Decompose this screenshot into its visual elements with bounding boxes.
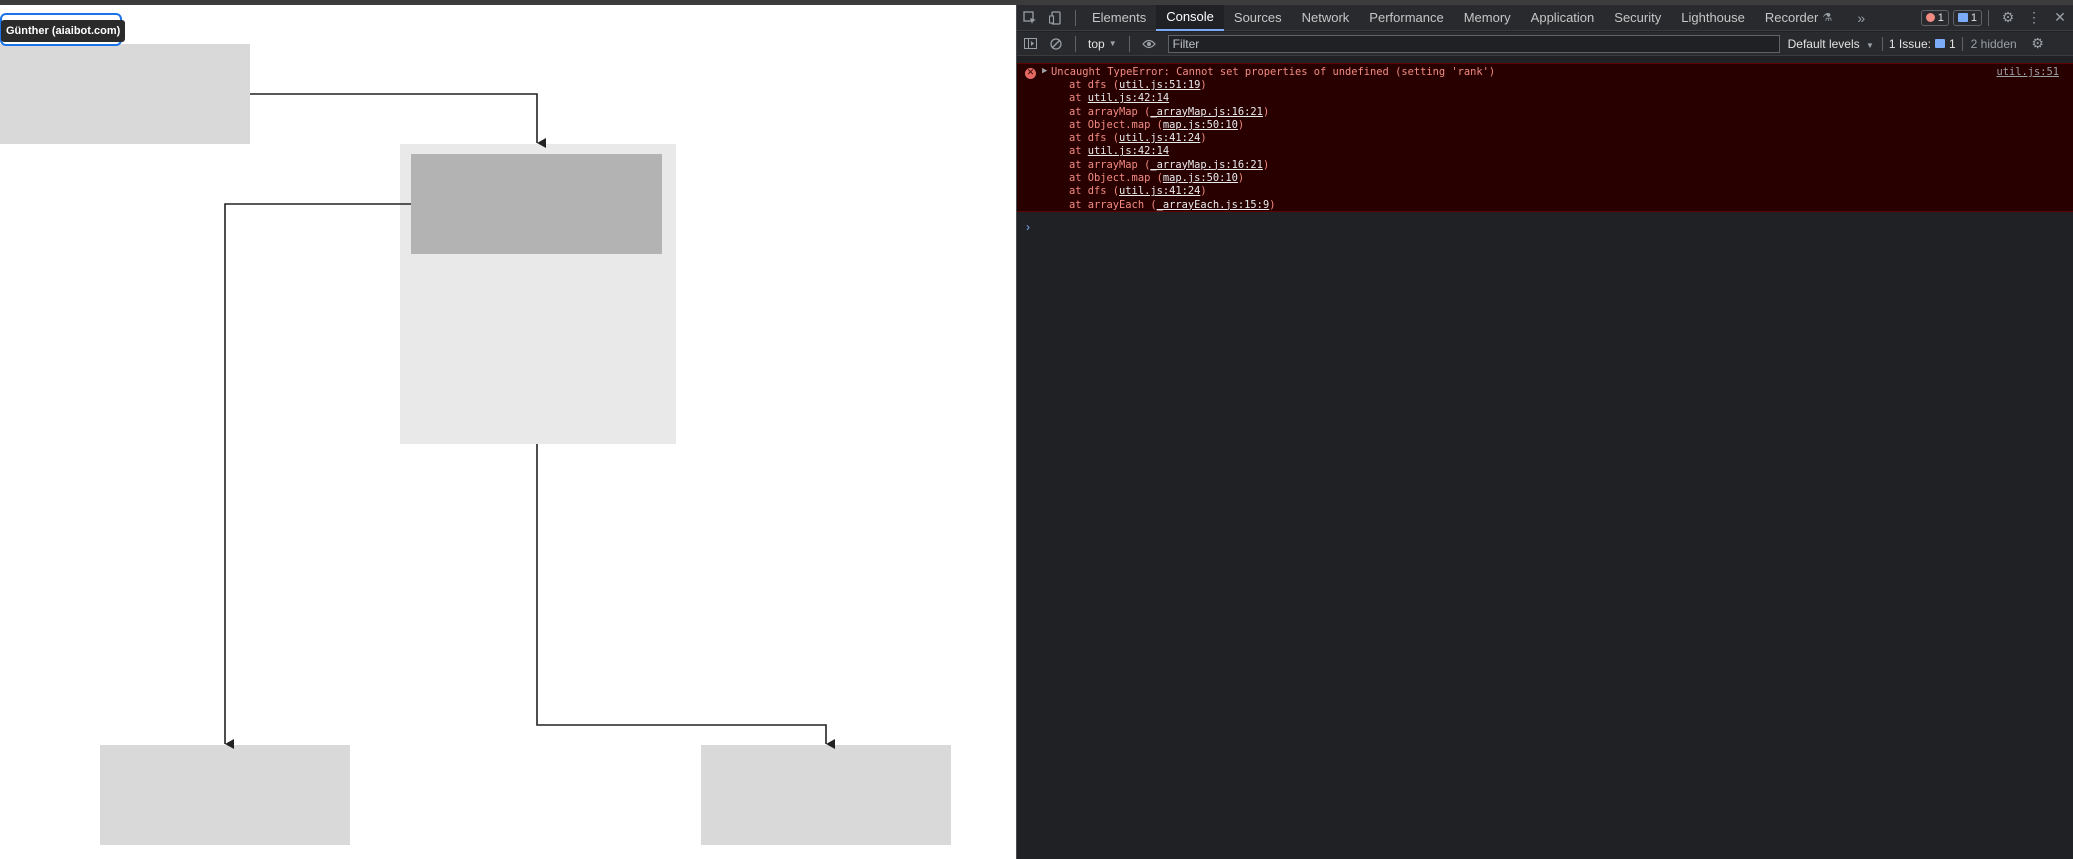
context-label: top	[1088, 36, 1105, 51]
kebab-menu-icon[interactable]: ⋮	[2021, 5, 2047, 31]
stack-frame-link[interactable]: _arrayMap.js:16:21	[1150, 106, 1263, 118]
stack-frame-link[interactable]: map.js:50:10	[1163, 172, 1238, 184]
issues-counter[interactable]: 1 Issue: 1	[1881, 36, 1963, 51]
hover-tooltip: Günther (aiaibot.com)	[1, 20, 126, 42]
caret-down-icon: ▼	[1108, 39, 1117, 48]
error-count: 1	[1937, 11, 1944, 24]
message-count-badge[interactable]: 1	[1952, 9, 1982, 26]
graph-node-bottom-right[interactable]	[701, 745, 951, 845]
chevron-double-right-icon[interactable]: »	[1848, 5, 1874, 31]
stack-frame: at dfs (util.js:41:24)	[1069, 132, 1207, 145]
gear-icon[interactable]: ⚙	[1995, 5, 2021, 31]
inspect-element-icon[interactable]	[1017, 5, 1043, 31]
tab-performance[interactable]: Performance	[1359, 5, 1453, 31]
graph-node-top-left[interactable]	[0, 44, 250, 144]
toolbar-divider	[1128, 35, 1130, 52]
sidebar-toggle-icon[interactable]	[1017, 31, 1043, 57]
toolbar-divider	[1075, 35, 1076, 52]
stack-frame: at util.js:42:14	[1069, 92, 1170, 105]
context-selector[interactable]: top ▼	[1082, 37, 1123, 51]
devtools-panel: Elements Console Sources Network Perform…	[1016, 4, 2073, 859]
page-viewport: Günther (aiaibot.com)	[0, 5, 1016, 859]
tab-network[interactable]: Network	[1292, 5, 1360, 31]
stack-frame: at arrayEach (_arrayEach.js:15:9)	[1069, 198, 1276, 211]
flow-graph	[0, 44, 951, 845]
clear-console-icon[interactable]	[1043, 31, 1069, 57]
hidden-messages-count: 2 hidden	[1970, 36, 2017, 51]
graph-inner-node[interactable]	[411, 154, 662, 254]
tab-application[interactable]: Application	[1521, 5, 1605, 31]
tab-lighthouse[interactable]: Lighthouse	[1671, 5, 1755, 31]
toolbar-divider	[1988, 9, 1989, 26]
graph-node-bottom-left[interactable]	[100, 745, 350, 845]
expand-triangle-icon[interactable]: ▶	[1042, 66, 1047, 76]
stack-frame: at arrayMap (_arrayMap.js:16:21)	[1069, 158, 1270, 171]
flask-icon: ⚗	[1822, 12, 1833, 24]
console-prompt[interactable]: ›	[1026, 220, 1030, 234]
stack-frame-link[interactable]: map.js:50:10	[1163, 119, 1238, 131]
stack-frame-link[interactable]: util.js:51:19	[1119, 79, 1200, 91]
console-error-message[interactable]: ✕ ▶ Uncaught TypeError: Cannot set prope…	[1017, 63, 2073, 212]
graph-edge-group-to-bottom-right	[536, 444, 835, 749]
tab-recorder[interactable]: Recorder ⚗	[1755, 5, 1842, 31]
stack-frame: at dfs (util.js:41:24)	[1069, 185, 1207, 198]
error-source-link[interactable]: util.js:51	[1996, 66, 2059, 78]
console-settings-gear-icon[interactable]: ⚙	[2025, 31, 2051, 57]
caret-down-icon: ▼	[1866, 40, 1874, 50]
stack-frame-link[interactable]: _arrayEach.js:15:9	[1157, 199, 1270, 211]
stack-frame-link[interactable]: util.js:42:14	[1088, 145, 1169, 157]
close-icon[interactable]: ✕	[2047, 5, 2073, 31]
eye-icon[interactable]	[1136, 31, 1162, 57]
graph-edge-inner-to-bottom-left	[224, 203, 411, 749]
console-output: ✕ ▶ Uncaught TypeError: Cannot set prope…	[1017, 57, 2073, 859]
stack-frame-link[interactable]: _arrayMap.js:16:21	[1150, 159, 1263, 171]
devtools-tab-bar: Elements Console Sources Network Perform…	[1017, 4, 2073, 31]
tab-recorder-label: Recorder	[1764, 10, 1819, 25]
message-icon	[1957, 13, 1968, 22]
tab-console[interactable]: Console	[1156, 4, 1224, 31]
message-count: 1	[1970, 11, 1977, 24]
stack-trace: at dfs (util.js:51:19) at util.js:42:14 …	[1069, 79, 1275, 212]
toolbar-divider	[1075, 9, 1076, 26]
stack-frame: at Object.map (map.js:50:10)	[1069, 172, 1245, 185]
issue-icon	[1934, 39, 1945, 48]
filter-input[interactable]	[1167, 34, 1780, 53]
issues-label: 1 Issue:	[1888, 36, 1931, 51]
error-text: Uncaught TypeError: Cannot set propertie…	[1051, 66, 1496, 78]
stack-frame-link[interactable]: util.js:42:14	[1088, 92, 1169, 104]
log-levels-dropdown[interactable]: Default levels ▼	[1780, 37, 1882, 51]
error-count-badge[interactable]: 1	[1920, 9, 1949, 26]
error-icon	[1925, 13, 1935, 22]
graph-edge-top-to-group	[250, 93, 546, 148]
stack-frame-link[interactable]: util.js:41:24	[1119, 132, 1200, 144]
stack-frame: at util.js:42:14	[1069, 145, 1170, 158]
error-circle-icon: ✕	[1025, 68, 1036, 79]
stack-frame-link[interactable]: util.js:41:24	[1119, 185, 1200, 197]
stack-frame: at Object.map (map.js:50:10)	[1069, 118, 1245, 131]
tab-memory[interactable]: Memory	[1454, 5, 1521, 31]
log-levels-label: Default levels	[1787, 36, 1860, 51]
tab-security[interactable]: Security	[1604, 5, 1671, 31]
stack-frame: at dfs (util.js:51:19)	[1069, 79, 1207, 91]
stack-frame: at arrayMap (_arrayMap.js:16:21)	[1069, 105, 1270, 118]
tab-elements[interactable]: Elements	[1082, 5, 1156, 31]
console-toolbar: top ▼ Default levels ▼ 1 Issue: 1 2 hidd…	[1017, 32, 2073, 56]
issues-count: 1	[1948, 36, 1956, 51]
tab-sources[interactable]: Sources	[1224, 5, 1292, 31]
device-toolbar-icon[interactable]	[1043, 5, 1069, 31]
